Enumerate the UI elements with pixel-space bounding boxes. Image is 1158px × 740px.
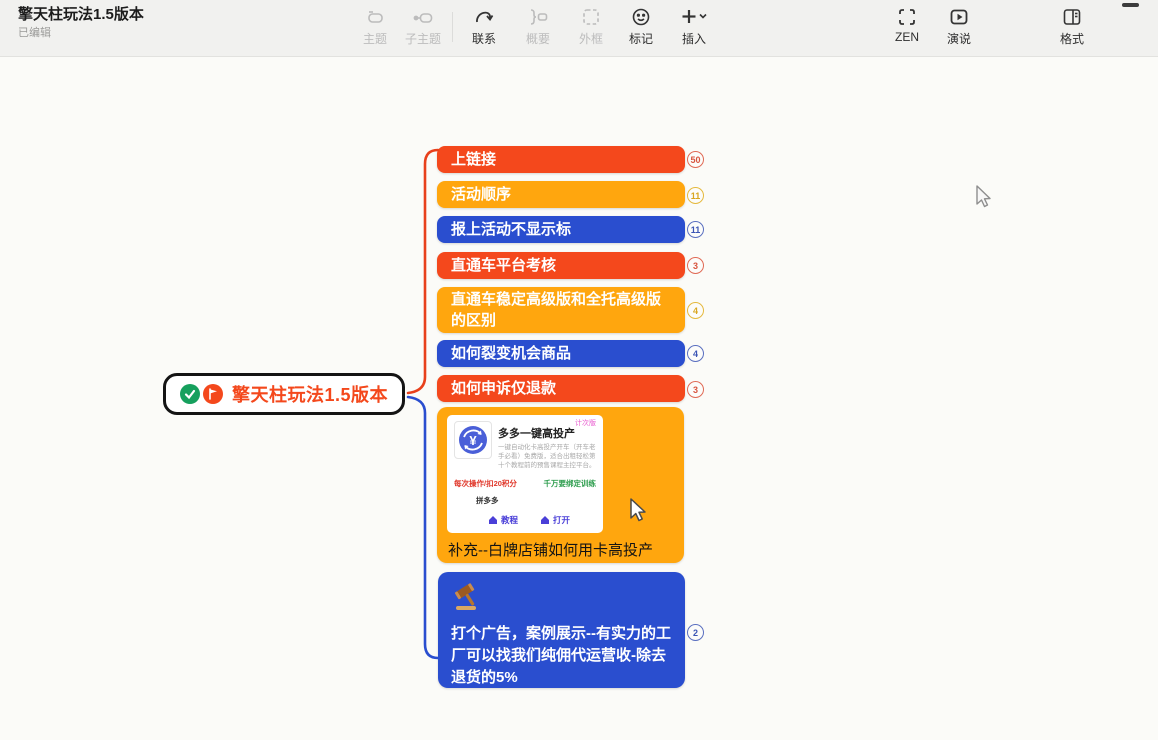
toolbar-zen-button[interactable]: ZEN [881, 4, 933, 54]
toolbar-separator [452, 12, 453, 42]
central-topic-node[interactable]: 擎天柱玩法1.5版本 [163, 373, 405, 415]
branch-node-4[interactable]: 直通车平台考核 [437, 252, 685, 279]
toolbar-summary-button[interactable]: 概要 [512, 4, 564, 54]
toolbar-insert-label: 插入 [682, 30, 706, 47]
tutorial-link[interactable]: 教程 [488, 514, 518, 526]
toolbar-boundary-button[interactable]: 外框 [565, 4, 617, 54]
branch-node-5[interactable]: 直通车稳定高级版和全托高级版的区别 [437, 287, 685, 333]
branch-count-badge: 3 [687, 381, 704, 398]
branch-count-badge: 3 [687, 257, 704, 274]
branch-node-7[interactable]: 如何申诉仅退款 [437, 375, 685, 402]
mouse-cursor-light [975, 185, 997, 211]
toolbar-presentation-button[interactable]: 演说 [933, 4, 985, 54]
gavel-icon [451, 580, 487, 612]
branch-label: 如何裂变机会商品 [451, 343, 571, 364]
boundary-icon [580, 4, 602, 28]
ad-topic-node[interactable]: 打个广告，案例展示--有实力的工厂可以找我们纯佣代运营收-除去退货的5% [438, 572, 685, 688]
insert-icon [679, 4, 709, 28]
home-icon [540, 515, 550, 525]
branch-node-3[interactable]: 报上活动不显示标 [437, 216, 685, 243]
branch-count-badge: 50 [687, 151, 704, 168]
branch-label: 直通车平台考核 [451, 255, 556, 276]
card-note-red: 每次操作/扣20积分 [454, 478, 517, 489]
toolbar-subtopic-label: 子主题 [405, 30, 441, 47]
mindmap-app: 擎天柱玩法1.5版本 已编辑 主题 子主题 [0, 0, 1158, 740]
topic-icon [364, 4, 386, 28]
card-note-green: 千万要绑定训练 [544, 478, 597, 489]
home-icon [488, 515, 498, 525]
svg-text:¥: ¥ [469, 433, 477, 448]
format-icon [1061, 4, 1083, 28]
toolbar-subtopic-button[interactable]: 子主题 [397, 4, 449, 54]
image-topic-node[interactable]: ¥ 计次版 多多一键高投产 一键自动化卡高投产开车（开车老手必看）免费版，适合出… [437, 407, 684, 563]
embedded-screenshot-card[interactable]: ¥ 计次版 多多一键高投产 一键自动化卡高投产开车（开车老手必看）免费版，适合出… [447, 415, 603, 533]
relationship-icon [473, 4, 495, 28]
branch-label: 直通车稳定高级版和全托高级版的区别 [451, 289, 671, 331]
mouse-cursor [628, 497, 650, 525]
toolbar-marker-button[interactable]: 标记 [615, 4, 667, 54]
toolbar-marker-label: 标记 [629, 30, 653, 47]
top-toolbar: 擎天柱玩法1.5版本 已编辑 主题 子主题 [0, 0, 1158, 57]
version-tag: 计次版 [575, 418, 596, 428]
ad-node-text: 打个广告，案例展示--有实力的工厂可以找我们纯佣代运营收-除去退货的5% [451, 623, 672, 688]
window-minimize-dash[interactable] [1122, 3, 1139, 7]
branch-node-1[interactable]: 上链接 [437, 146, 685, 173]
toolbar-boundary-label: 外框 [579, 30, 603, 47]
check-icon[interactable] [180, 384, 200, 404]
app-logo-box: ¥ [454, 421, 492, 459]
toolbar-relationship-button[interactable]: 联系 [458, 4, 510, 54]
document-title: 擎天柱玩法1.5版本 [18, 3, 144, 24]
toolbar-topic-label: 主题 [363, 30, 387, 47]
branch-count-badge: 11 [687, 221, 704, 238]
summary-icon [527, 4, 549, 28]
image-node-caption: 补充--白牌店铺如何用卡高投产 [448, 539, 653, 560]
branch-count-badge: 4 [687, 302, 704, 319]
card-brand: 拼多多 [476, 495, 596, 506]
subtopic-icon [412, 4, 434, 28]
toolbar-summary-label: 概要 [526, 30, 550, 47]
save-status: 已编辑 [18, 24, 51, 40]
branch-count-badge: 4 [687, 345, 704, 362]
toolbar-format-button[interactable]: 格式 [1046, 4, 1098, 54]
toolbar-topic-button[interactable]: 主题 [349, 4, 401, 54]
flag-icon[interactable] [203, 384, 223, 404]
toolbar-insert-button[interactable]: 插入 [668, 4, 720, 54]
branch-count-badge: 11 [687, 187, 704, 204]
branch-label: 上链接 [451, 149, 496, 170]
yuan-sync-icon: ¥ [457, 424, 489, 456]
branch-node-2[interactable]: 活动顺序 [437, 181, 685, 208]
branch-label: 如何申诉仅退款 [451, 378, 556, 399]
ad-node-count-badge: 2 [687, 624, 704, 641]
toolbar-relationship-label: 联系 [472, 30, 496, 47]
branch-label: 报上活动不显示标 [451, 219, 571, 240]
toolbar-presentation-label: 演说 [947, 30, 971, 47]
branch-label: 活动顺序 [451, 184, 511, 205]
toolbar-zen-label: ZEN [895, 30, 919, 44]
marker-icon [630, 4, 652, 28]
central-topic-label: 擎天柱玩法1.5版本 [232, 381, 388, 407]
zen-icon [896, 4, 918, 28]
card-description: 一键自动化卡高投产开车（开车老手必看）免费版，适合出租轻松第十个教程前的预售课程… [498, 444, 596, 470]
toolbar-format-label: 格式 [1060, 30, 1084, 47]
branch-node-6[interactable]: 如何裂变机会商品 [437, 340, 685, 367]
presentation-icon [948, 4, 970, 28]
open-link[interactable]: 打开 [540, 514, 570, 526]
